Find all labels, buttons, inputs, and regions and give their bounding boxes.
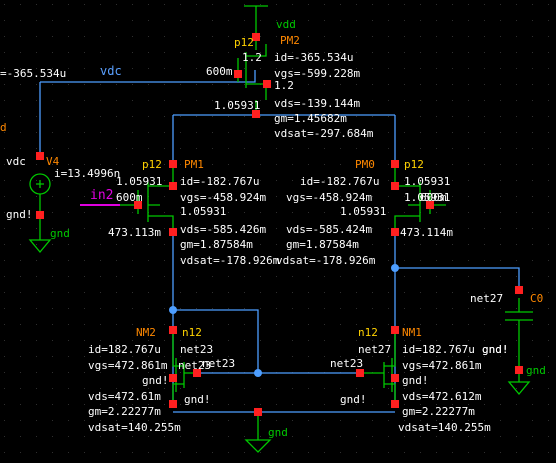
- nm2-vgs: vgs=472.861m: [88, 359, 168, 372]
- pm1-id: id=-182.767u: [180, 175, 259, 188]
- left-edge-label: d: [0, 121, 7, 134]
- nm2-type: n12: [182, 326, 202, 339]
- pm0-vds: vds=-585.424m: [286, 223, 372, 236]
- nm1-gnd-2: gnd!: [340, 393, 367, 406]
- v4-gnd-label: gnd: [50, 227, 70, 240]
- c0-gnd-label: gnd: [526, 364, 546, 377]
- left-edge-current: =-365.534u: [0, 67, 66, 80]
- vdd-label: vdd: [276, 18, 296, 31]
- pm2-width2: 1.2: [274, 79, 294, 92]
- nm1-gm: gm=2.22277m: [402, 405, 475, 418]
- nm1-transistor[interactable]: [360, 330, 396, 400]
- pm1-gm: gm=1.87584m: [180, 238, 253, 251]
- pm2-id: id=-365.534u: [274, 51, 353, 64]
- pm0-type: p12: [404, 158, 424, 171]
- pm2-vdsat: vdsat=-297.684m: [274, 127, 374, 140]
- nm2-gnd-2: gnd!: [184, 393, 211, 406]
- pm1-type: p12: [142, 158, 162, 171]
- wire-net27-cap[interactable]: [395, 267, 520, 290]
- mid-net-label: net23: [202, 357, 235, 370]
- nm2-name: NM2: [136, 326, 156, 339]
- schematic-canvas[interactable]: =-365.534u d vdd p12 PM2 1.2 id=-365.534…: [0, 0, 556, 463]
- pm2-type: p12: [234, 36, 254, 49]
- pm1-drain: 473.113m: [108, 226, 161, 239]
- pm0-node: 1.05931: [404, 175, 450, 188]
- v4-type: vdc: [6, 155, 26, 168]
- v4-current: i=13.4996n: [54, 167, 120, 180]
- pm0-node3: 1.05931: [340, 205, 386, 218]
- schematic-drawing: =-365.534u d vdd p12 PM2 1.2 id=-365.534…: [0, 4, 549, 453]
- nm1-vds: vds=472.612m: [402, 390, 482, 403]
- pm1-node: 1.05931: [116, 175, 162, 188]
- pm0-id: id=-182.767u: [300, 175, 379, 188]
- vdd-symbol[interactable]: [244, 5, 268, 36]
- pm1-vgs: vgs=-458.924m: [180, 191, 266, 204]
- nm2-vdsat: vdsat=140.255m: [88, 421, 181, 434]
- pm0-vgs: vgs=-458.924m: [286, 191, 372, 204]
- pm2-width: 1.2: [242, 51, 262, 64]
- nm2-gnd: gnd!: [142, 374, 169, 387]
- nm1-vdsat: vdsat=140.255m: [398, 421, 491, 434]
- nm1-gate-net: net23: [330, 357, 363, 370]
- pm1-length: 600m: [116, 191, 143, 204]
- nm1-name: NM1: [402, 326, 422, 339]
- capacitor-symbol-icon[interactable]: [505, 298, 533, 396]
- pm0-vdsat: vdsat=-178.926m: [276, 254, 376, 267]
- nm1-type: n12: [358, 326, 378, 339]
- pm0-name: PM0: [355, 158, 375, 171]
- nm2-net: net23: [180, 343, 213, 356]
- pm2-length: 600m: [206, 65, 233, 78]
- c0-name: C0: [530, 292, 543, 305]
- pm1-node2: 1.05931: [180, 205, 226, 218]
- nm1-gnd: gnd!: [402, 374, 429, 387]
- pm0-length: 600m: [420, 191, 447, 204]
- ground-symbol-icon: [244, 412, 272, 453]
- vdc-net-label: vdc: [100, 64, 122, 78]
- in2-label: in2: [90, 188, 113, 203]
- pm2-name: PM2: [280, 34, 300, 47]
- nm1-gnd-right: gnd!: [482, 343, 509, 356]
- pm0-drain: 473.114m: [400, 226, 453, 239]
- pm1-name: PM1: [184, 158, 204, 171]
- nm2-gm: gm=2.22277m: [88, 405, 161, 418]
- nm2-vds: vds=472.61m: [88, 390, 161, 403]
- c0-net: net27: [470, 292, 503, 305]
- nm2-id: id=182.767u: [88, 343, 161, 356]
- pm2-gm: gm=1.45682m: [274, 112, 347, 125]
- pm2-node: 1.05931: [214, 99, 260, 112]
- nm1-vgs: vgs=472.861m: [402, 359, 482, 372]
- pm1-vds: vds=-585.426m: [180, 223, 266, 236]
- pm1-vdsat: vdsat=-178.926m: [180, 254, 280, 267]
- v4-gnd: gnd!: [6, 208, 33, 221]
- pm2-vds: vds=-139.144m: [274, 97, 360, 110]
- nm1-id: id=182.767u: [402, 343, 475, 356]
- nm1-net: net27: [358, 343, 391, 356]
- pm0-gm: gm=1.87584m: [286, 238, 359, 251]
- bottom-gnd-label: gnd: [268, 426, 288, 439]
